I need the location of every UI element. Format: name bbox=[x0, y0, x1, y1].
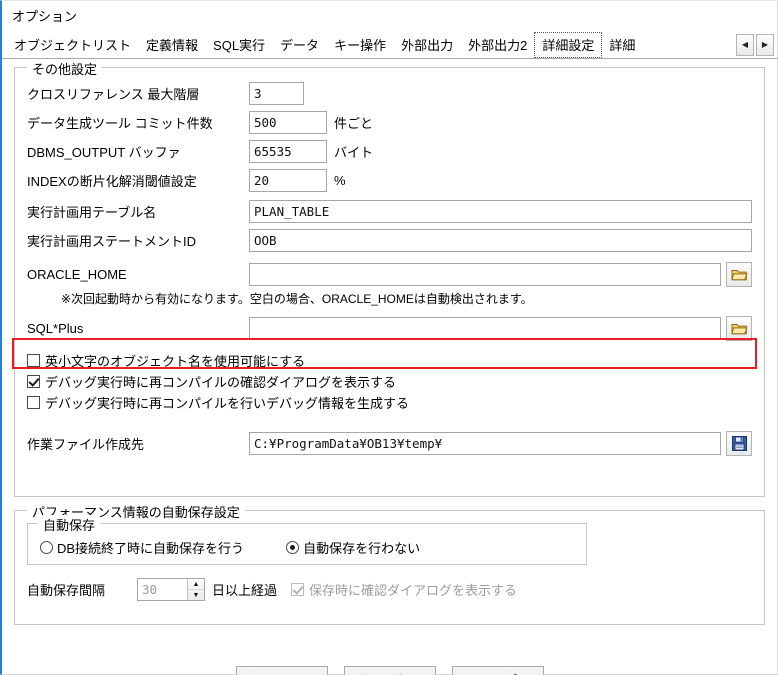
other-settings-group: その他設定 クロスリファレンス 最大階層 3 データ生成ツール コミット件数 5… bbox=[14, 59, 765, 497]
ok-button[interactable]: OK bbox=[235, 666, 328, 675]
radio-on-disconnect[interactable] bbox=[40, 541, 53, 554]
help-button[interactable]: ヘルプ bbox=[451, 666, 544, 675]
tab-advanced-settings[interactable]: 詳細設定 bbox=[534, 32, 603, 58]
dbms-output-buffer-input[interactable]: 65535 bbox=[249, 140, 327, 163]
radio-no-autosave-label: 自動保存を行わない bbox=[303, 541, 421, 556]
folder-open-icon bbox=[730, 323, 748, 334]
plan-table-label: 実行計画用テーブル名 bbox=[27, 205, 157, 220]
index-threshold-unit: % bbox=[334, 173, 346, 188]
lowercase-object-name-label: 英小文字のオブジェクト名を使用可能にする bbox=[45, 354, 306, 369]
tab-scroll-right-button[interactable]: ▶ bbox=[756, 34, 774, 56]
confirm-dialog-label: 保存時に確認ダイアログを表示する bbox=[309, 583, 518, 598]
dbms-output-buffer-unit: バイト bbox=[334, 145, 374, 160]
debug-info-checkbox[interactable] bbox=[27, 396, 40, 409]
sqlplus-row: SQL*Plus bbox=[27, 315, 752, 342]
tab-advanced-partial[interactable]: 詳細 bbox=[601, 32, 640, 58]
autosave-interval-unit: 日以上経過 bbox=[212, 583, 278, 598]
recompile-dialog-checkbox-row[interactable]: デバッグ実行時に再コンパイルの確認ダイアログを表示する bbox=[27, 371, 752, 392]
cancel-button[interactable]: キャンセル bbox=[343, 666, 436, 675]
performance-autosave-group: パフォーマンス情報の自動保存設定 自動保存 DB接続終了時に自動保存を行う 自動… bbox=[14, 502, 765, 625]
tab-scroll-buttons: ◀ ▶ bbox=[736, 34, 774, 56]
debug-info-label: デバッグ実行時に再コンパイルを行いデバッグ情報を生成する bbox=[45, 396, 410, 411]
datagen-commit-row: データ生成ツール コミット件数 500 件ごと bbox=[27, 111, 752, 134]
oracle-home-row: ORACLE_HOME bbox=[27, 261, 752, 288]
oracle-home-label: ORACLE_HOME bbox=[27, 267, 127, 282]
index-threshold-label: INDEXの断片化解消閾値設定 bbox=[27, 174, 197, 189]
plan-table-row: 実行計画用テーブル名 PLAN_TABLE bbox=[27, 200, 752, 223]
workfile-row: 作業ファイル作成先 C:¥ProgramData¥OB13¥temp¥ bbox=[27, 430, 752, 457]
radio-no-autosave-row[interactable]: 自動保存を行わない bbox=[286, 538, 420, 557]
tab-sql-execute[interactable]: SQL実行 bbox=[205, 32, 274, 58]
plan-table-input[interactable]: PLAN_TABLE bbox=[249, 200, 752, 223]
workfile-save-button[interactable] bbox=[726, 431, 752, 456]
tab-object-list[interactable]: オブジェクトリスト bbox=[6, 32, 140, 58]
statement-id-row: 実行計画用ステートメントID OOB bbox=[27, 229, 752, 252]
confirm-dialog-checkbox bbox=[291, 583, 305, 596]
autosave-interval-row: 自動保存間隔 30 ▲ ▼ 日以上経過 保存時に確認ダイアログを表示する bbox=[27, 578, 752, 601]
tab-data[interactable]: データ bbox=[272, 32, 328, 58]
options-dialog: オプション オブジェクトリスト 定義情報 SQL実行 データ キー操作 外部出力… bbox=[0, 0, 778, 675]
recompile-dialog-label: デバッグ実行時に再コンパイルの確認ダイアログを表示する bbox=[45, 375, 397, 390]
chevron-left-icon: ◀ bbox=[741, 40, 749, 49]
tab-external-output[interactable]: 外部出力 bbox=[393, 32, 462, 58]
statement-id-input[interactable]: OOB bbox=[249, 229, 752, 252]
datagen-commit-label: データ生成ツール コミット件数 bbox=[27, 116, 213, 131]
sqlplus-input[interactable] bbox=[249, 317, 721, 340]
dialog-button-bar: OK キャンセル ヘルプ bbox=[2, 666, 777, 675]
dbms-output-buffer-label: DBMS_OUTPUT バッファ bbox=[27, 145, 181, 160]
recompile-dialog-checkbox[interactable] bbox=[27, 375, 40, 388]
radio-on-disconnect-label: DB接続終了時に自動保存を行う bbox=[57, 541, 245, 556]
tab-external-output-2[interactable]: 外部出力2 bbox=[460, 32, 536, 58]
chevron-right-icon: ▶ bbox=[761, 40, 769, 49]
tab-key-operation[interactable]: キー操作 bbox=[326, 32, 395, 58]
autosave-interval-stepper[interactable]: 30 ▲ ▼ bbox=[137, 578, 205, 601]
autosave-interval-label: 自動保存間隔 bbox=[27, 583, 106, 598]
tab-definition-info[interactable]: 定義情報 bbox=[138, 32, 207, 58]
radio-no-autosave[interactable] bbox=[286, 541, 300, 554]
lowercase-object-name-checkbox-row[interactable]: 英小文字のオブジェクト名を使用可能にする bbox=[27, 350, 752, 371]
workfile-input[interactable]: C:¥ProgramData¥OB13¥temp¥ bbox=[249, 432, 721, 455]
floppy-disk-icon bbox=[731, 436, 747, 451]
oracle-home-input[interactable] bbox=[249, 263, 721, 286]
autosave-mode-legend: 自動保存 bbox=[38, 515, 101, 534]
autosave-interval-value: 30 bbox=[142, 582, 158, 597]
dbms-output-buffer-row: DBMS_OUTPUT バッファ 65535 バイト bbox=[27, 140, 752, 163]
stepper-arrows[interactable]: ▲ ▼ bbox=[187, 579, 204, 600]
index-threshold-row: INDEXの断片化解消閾値設定 20 % bbox=[27, 169, 752, 192]
lowercase-object-name-checkbox[interactable] bbox=[27, 354, 40, 367]
folder-open-icon bbox=[730, 269, 748, 280]
confirm-dialog-checkbox-row: 保存時に確認ダイアログを表示する bbox=[291, 579, 517, 600]
statement-id-label: 実行計画用ステートメントID bbox=[27, 234, 197, 249]
dialog-titlebar: オプション bbox=[2, 1, 777, 29]
tab-strip: オブジェクトリスト 定義情報 SQL実行 データ キー操作 外部出力 外部出力2… bbox=[2, 29, 777, 59]
advanced-settings-page: その他設定 クロスリファレンス 最大階層 3 データ生成ツール コミット件数 5… bbox=[2, 59, 777, 675]
index-threshold-input[interactable]: 20 bbox=[249, 169, 327, 192]
datagen-commit-input[interactable]: 500 bbox=[249, 111, 327, 134]
dialog-title: オプション bbox=[12, 8, 78, 24]
crossref-label: クロスリファレンス 最大階層 bbox=[27, 87, 200, 102]
stepper-up-icon[interactable]: ▲ bbox=[188, 579, 204, 590]
crossref-row: クロスリファレンス 最大階層 3 bbox=[27, 82, 752, 105]
sqlplus-browse-button[interactable] bbox=[726, 316, 752, 341]
other-settings-legend: その他設定 bbox=[27, 59, 103, 78]
oracle-home-note: ※次回起動時から有効になります。空白の場合、ORACLE_HOMEは自動検出され… bbox=[61, 292, 533, 306]
autosave-mode-group: 自動保存 DB接続終了時に自動保存を行う 自動保存を行わない bbox=[27, 515, 587, 565]
radio-on-disconnect-row[interactable]: DB接続終了時に自動保存を行う bbox=[40, 538, 244, 557]
workfile-label: 作業ファイル作成先 bbox=[27, 437, 145, 452]
tab-scroll-left-button[interactable]: ◀ bbox=[736, 34, 754, 56]
datagen-commit-unit: 件ごと bbox=[334, 116, 374, 131]
stepper-down-icon[interactable]: ▼ bbox=[188, 590, 204, 600]
oracle-home-browse-button[interactable] bbox=[726, 262, 752, 287]
sqlplus-label: SQL*Plus bbox=[27, 321, 84, 336]
debug-info-checkbox-row[interactable]: デバッグ実行時に再コンパイルを行いデバッグ情報を生成する bbox=[27, 392, 752, 413]
crossref-input[interactable]: 3 bbox=[249, 82, 304, 105]
